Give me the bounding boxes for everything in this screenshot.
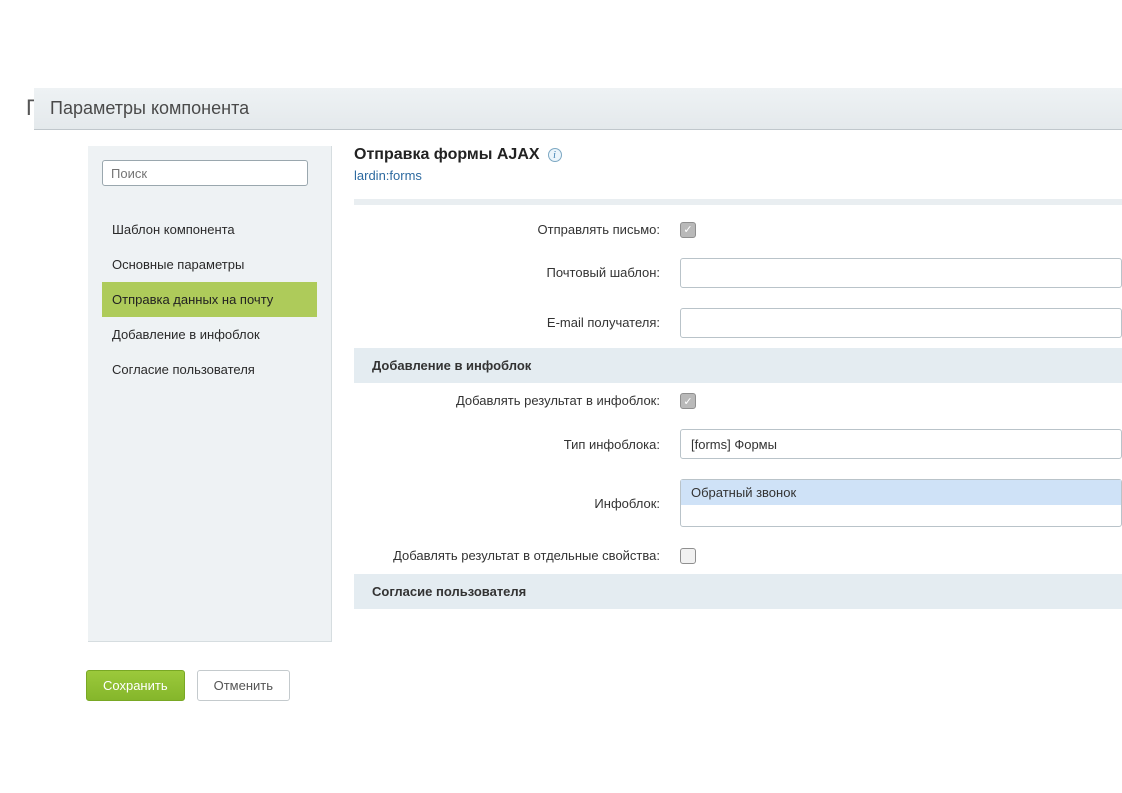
label-send-mail: Отправлять письмо: [354, 222, 680, 237]
sidebar-item-send-mail[interactable]: Отправка данных на почту [102, 282, 317, 317]
sidebar-item-add-iblock[interactable]: Добавление в инфоблок [102, 317, 317, 352]
search-input[interactable] [102, 160, 308, 186]
input-email[interactable] [680, 308, 1122, 338]
info-icon[interactable]: i [548, 148, 562, 162]
label-iblock-type: Тип инфоблока: [354, 437, 680, 452]
checkbox-add-iblock[interactable]: ✓ [680, 393, 696, 409]
component-id: lardin:forms [354, 168, 1122, 183]
divider [354, 199, 1122, 205]
section-add-iblock: Добавление в инфоблок [354, 348, 1122, 383]
sidebar-item-main-params[interactable]: Основные параметры [102, 247, 317, 282]
iblock-option-empty [681, 505, 1121, 523]
save-button[interactable]: Сохранить [86, 670, 185, 701]
label-iblock: Инфоблок: [354, 496, 680, 511]
dialog-title: Параметры компонента [34, 88, 1122, 130]
row-mail-template: Почтовый шаблон: [354, 248, 1122, 298]
search-wrap [102, 160, 317, 186]
row-send-mail: Отправлять письмо: ✓ [354, 211, 1122, 248]
sidebar-item-template[interactable]: Шаблон компонента [102, 212, 317, 247]
section-user-consent: Согласие пользователя [354, 574, 1122, 609]
row-email: E-mail получателя: [354, 298, 1122, 348]
sidebar: Шаблон компонента Основные параметры Отп… [88, 146, 332, 642]
main-panel: Отправка формы AJAX i lardin:forms Отпра… [332, 146, 1122, 642]
row-iblock: Инфоблок: Обратный звонок [354, 469, 1122, 537]
cancel-button[interactable]: Отменить [197, 670, 290, 701]
component-title-row: Отправка формы AJAX i [354, 146, 1122, 164]
label-mail-template: Почтовый шаблон: [354, 265, 680, 280]
sidebar-item-user-consent[interactable]: Согласие пользователя [102, 352, 317, 387]
label-add-iblock: Добавлять результат в инфоблок: [354, 393, 680, 408]
component-params-dialog: Параметры компонента Шаблон компонента О… [34, 88, 1122, 642]
label-email: E-mail получателя: [354, 315, 680, 330]
row-add-props: Добавлять результат в отдельные свойства… [354, 537, 1122, 574]
iblock-option-callback[interactable]: Обратный звонок [681, 480, 1121, 505]
select-iblock-type[interactable]: [forms] Формы [680, 429, 1122, 459]
checkbox-add-props[interactable]: ✓ [680, 548, 696, 564]
row-add-iblock: Добавлять результат в инфоблок: ✓ [354, 383, 1122, 420]
checkbox-send-mail[interactable]: ✓ [680, 222, 696, 238]
component-title: Отправка формы AJAX [354, 146, 540, 164]
footer-buttons: Сохранить Отменить [86, 670, 290, 701]
dialog-body: Шаблон компонента Основные параметры Отп… [34, 130, 1122, 642]
select-mail-template[interactable] [680, 258, 1122, 288]
multi-select-iblock[interactable]: Обратный звонок [680, 479, 1122, 527]
row-iblock-type: Тип инфоблока: [forms] Формы [354, 419, 1122, 469]
label-add-props: Добавлять результат в отдельные свойства… [354, 548, 680, 563]
